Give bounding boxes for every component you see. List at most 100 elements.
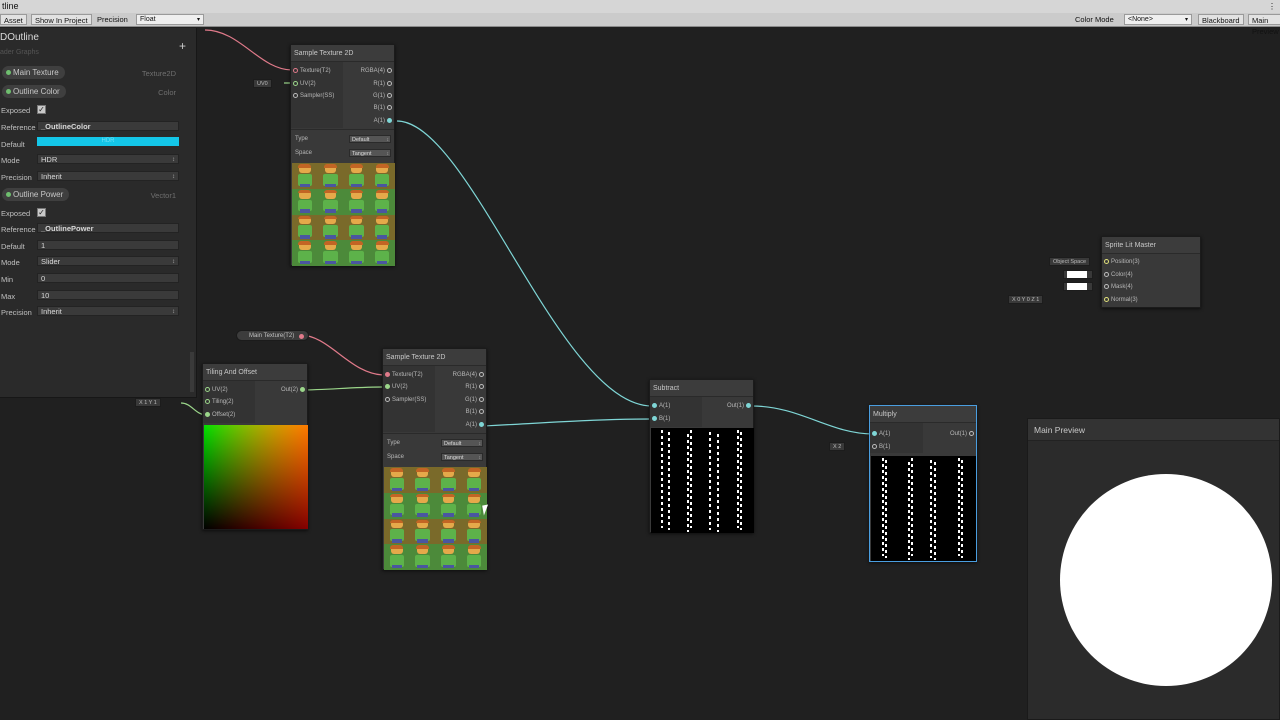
outline-streak <box>958 458 960 556</box>
blackboard-resize-handle[interactable] <box>190 352 194 392</box>
sprite-frame <box>384 492 410 519</box>
sprite-hair <box>467 545 481 549</box>
input-port-uv[interactable]: UV(2) <box>203 386 228 395</box>
reference-field[interactable]: _OutlineColor <box>37 121 179 131</box>
output-port-r[interactable]: R(1) <box>465 383 486 392</box>
add-property-icon[interactable]: + <box>179 39 186 53</box>
multiply-node[interactable]: Multiply A(1) B(1) Out(1) <box>869 405 977 562</box>
output-port-g[interactable]: G(1) <box>373 92 394 101</box>
sprite-hair <box>375 215 389 220</box>
outline-streak <box>911 458 913 556</box>
port-label: UV(2) <box>212 387 228 393</box>
sprite-hair <box>416 545 430 549</box>
max-label: Max <box>1 292 16 301</box>
sprite-sheet-preview <box>384 467 487 570</box>
save-asset-button[interactable]: Asset <box>0 14 27 25</box>
show-in-project-button[interactable]: Show In Project <box>31 14 92 25</box>
output-port-rgba[interactable]: RGBA(4) <box>361 67 394 76</box>
input-port-texture[interactable]: Texture(T2) <box>383 371 423 380</box>
input-port-tiling[interactable]: Tiling(2) <box>203 398 233 407</box>
sprite-legs <box>443 513 454 517</box>
output-port-b[interactable]: B(1) <box>374 104 394 113</box>
sprite-legs <box>417 564 428 569</box>
input-port-a[interactable]: A(1) <box>870 430 890 439</box>
sample-texture-2d-node[interactable]: Sample Texture 2D Texture(T2) UV(2) Samp… <box>382 348 487 570</box>
subtract-node[interactable]: Subtract A(1) B(1) Out(1) <box>649 379 754 533</box>
type-dropdown[interactable]: Default <box>349 135 391 144</box>
precision-dropdown[interactable]: Inherit <box>37 171 179 182</box>
tiling-value-field[interactable]: X 1 Y 1 <box>135 398 161 407</box>
input-port-normal[interactable]: Normal(3) <box>1102 296 1138 305</box>
output-port-rgba[interactable]: RGBA(4) <box>453 371 486 380</box>
default-color-field[interactable]: HDR <box>37 137 179 146</box>
normal-vector-field[interactable]: X 0 Y 0 Z 1 <box>1008 295 1044 304</box>
reference-field[interactable]: _OutlinePower <box>37 223 179 233</box>
output-port-out[interactable]: Out(1) <box>727 402 753 411</box>
input-port-mask[interactable]: Mask(4) <box>1102 283 1133 292</box>
mask-swatch-field[interactable] <box>1063 282 1093 291</box>
node-title: Tiling And Offset <box>203 364 307 381</box>
exposed-checkbox[interactable]: ✓ <box>37 105 46 114</box>
sprite-frame <box>318 163 344 189</box>
color-swatch-field[interactable] <box>1063 270 1093 279</box>
space-label: Space <box>387 454 405 460</box>
output-port-out[interactable]: Out(1) <box>950 430 976 439</box>
node-title: Sample Texture 2D <box>383 349 486 366</box>
sprite-legs <box>443 487 454 492</box>
max-field[interactable]: 10 <box>37 290 179 300</box>
outline-streak <box>740 432 742 530</box>
property-outline-color[interactable]: Outline Color <box>2 85 66 98</box>
input-port-offset[interactable]: Offset(2) <box>203 411 235 420</box>
output-port-out[interactable]: Out(2) <box>281 386 307 395</box>
blackboard-panel: DOutline ader Graphs + Main Texture Text… <box>0 28 197 398</box>
main-preview-toggle-button[interactable]: Main Preview <box>1248 14 1280 36</box>
multiply-b-field[interactable]: X 2 <box>829 442 846 451</box>
position-space-field[interactable]: Object Space <box>1049 257 1091 266</box>
port-label: B(1) <box>465 409 477 415</box>
exposed-checkbox[interactable]: ✓ <box>37 208 46 217</box>
input-port-position[interactable]: Position(3) <box>1102 258 1140 267</box>
node-divider <box>291 129 394 130</box>
default-value-field[interactable]: 1 <box>37 240 179 250</box>
mask-swatch <box>1067 283 1087 290</box>
main-preview-panel[interactable]: Main Preview <box>1027 418 1280 720</box>
input-port-texture[interactable]: Texture(T2) <box>291 67 331 76</box>
input-port-uv[interactable]: UV(2) <box>291 80 316 89</box>
color-mode-dropdown[interactable]: <None> ▾ <box>1124 14 1192 25</box>
input-port-sampler[interactable]: Sampler(SS) <box>383 396 426 405</box>
output-port-a[interactable]: A(1) <box>466 421 486 430</box>
output-port-r[interactable]: R(1) <box>373 80 394 89</box>
sprite-hair <box>467 519 481 524</box>
space-dropdown[interactable]: Tangent <box>441 453 483 462</box>
tiling-and-offset-node[interactable]: Tiling And Offset UV(2) Tiling(2) Offset… <box>202 363 308 530</box>
precision-dropdown[interactable]: Inherit <box>37 306 179 317</box>
space-dropdown[interactable]: Tangent <box>349 149 391 158</box>
uv-channel-field[interactable]: UV0 <box>253 79 272 88</box>
sprite-frame <box>369 215 395 241</box>
input-port-sampler[interactable]: Sampler(SS) <box>291 92 334 101</box>
output-port-a[interactable]: A(1) <box>374 117 394 126</box>
outline-preview <box>871 456 976 561</box>
sprite-hair <box>390 493 404 498</box>
mode-dropdown[interactable]: Slider <box>37 256 179 267</box>
output-port-b[interactable]: B(1) <box>466 408 486 417</box>
window-menu-icon[interactable]: ⋮ <box>1268 0 1276 13</box>
output-port-g[interactable]: G(1) <box>465 396 486 405</box>
input-port-uv[interactable]: UV(2) <box>383 383 408 392</box>
input-port-color[interactable]: Color(4) <box>1102 271 1133 280</box>
sample-texture-2d-node[interactable]: Sample Texture 2D Texture(T2) UV(2) Samp… <box>290 44 395 266</box>
input-port-b[interactable]: B(1) <box>650 415 670 424</box>
precision-dropdown[interactable]: Float ▾ <box>136 14 204 25</box>
precision-label: Precision <box>97 15 128 24</box>
mode-dropdown[interactable]: HDR <box>37 154 179 165</box>
property-main-texture[interactable]: Main Texture <box>2 66 65 79</box>
input-port-a[interactable]: A(1) <box>650 402 670 411</box>
property-outline-power[interactable]: Outline Power <box>2 188 70 201</box>
sprite-hair <box>324 215 338 220</box>
sprite-lit-master-node[interactable]: Sprite Lit Master Position(3) Color(4) M… <box>1101 236 1201 308</box>
input-port-b[interactable]: B(1) <box>870 443 890 452</box>
type-dropdown[interactable]: Default <box>441 439 483 448</box>
blackboard-toggle-button[interactable]: Blackboard <box>1198 14 1244 25</box>
min-field[interactable]: 0 <box>37 273 179 283</box>
main-texture-property-node[interactable]: Main Texture(T2) <box>236 330 310 341</box>
